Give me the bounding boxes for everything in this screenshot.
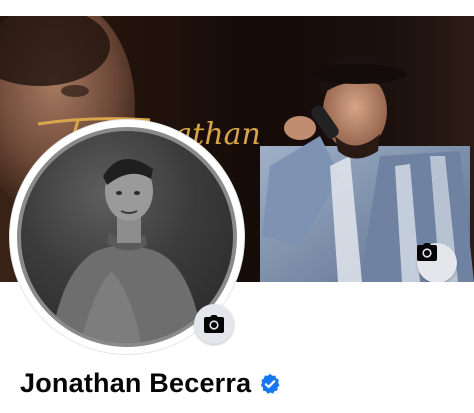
edit-profile-photo-button[interactable] [194, 304, 234, 344]
profile-name[interactable]: Jonathan Becerra [20, 368, 251, 399]
edit-cover-photo-button[interactable] [417, 243, 457, 282]
camera-icon [204, 315, 224, 333]
camera-icon [417, 243, 437, 261]
profile-name-row: Jonathan Becerra [20, 368, 281, 399]
verified-badge-icon [261, 373, 280, 394]
top-strip [0, 0, 474, 16]
